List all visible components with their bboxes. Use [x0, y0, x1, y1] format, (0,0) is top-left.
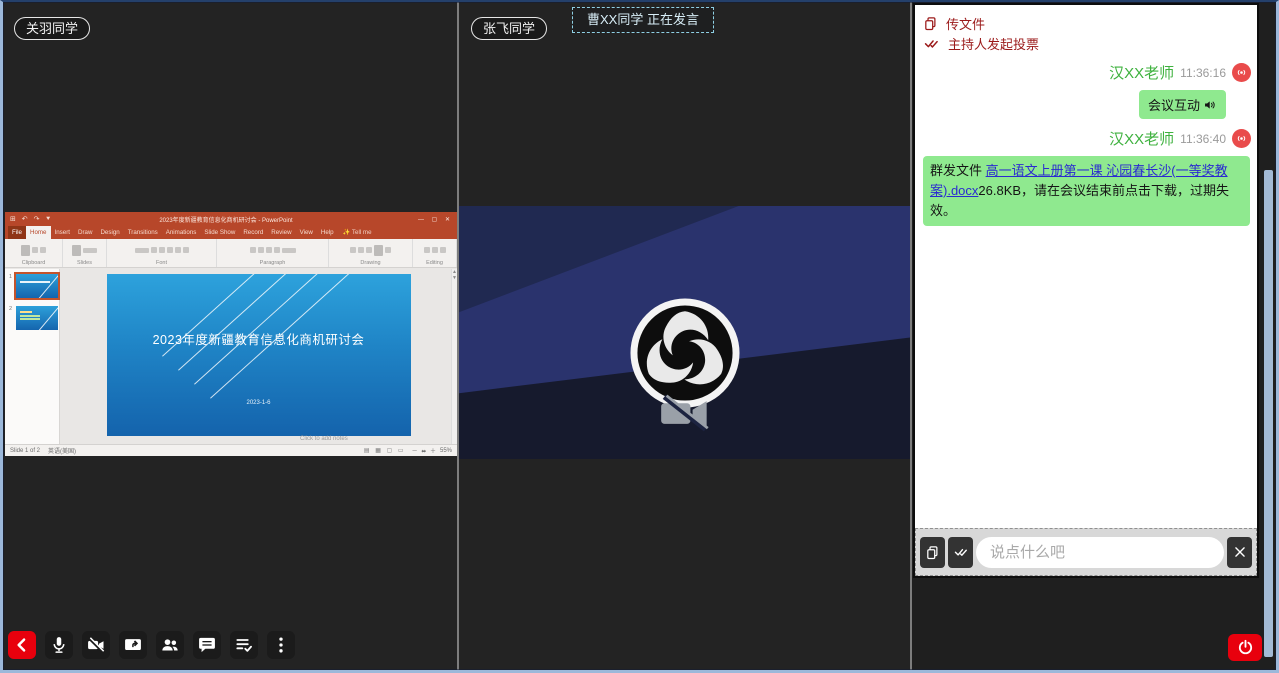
ppt-tab-design: Design: [96, 226, 123, 239]
send-file-button[interactable]: [920, 537, 945, 568]
message-time: 11:36:16: [1180, 66, 1226, 80]
ppt-group-font: Font: [107, 239, 217, 267]
double-check-icon: [953, 545, 969, 559]
message-sender: 汉XX老师: [1109, 128, 1174, 149]
message-bubble-file: 群发文件 高一语文上册第一课 沁园春长沙(一等奖教案).docx26.8KB，请…: [923, 156, 1250, 226]
file-icon: [923, 16, 938, 31]
ppt-slide-date: 2023-1-6: [107, 400, 411, 406]
ppt-slide-title: 2023年度新疆教育信息化商机研讨会: [107, 329, 411, 348]
more-button[interactable]: [267, 631, 295, 659]
panel-divider: [910, 2, 912, 670]
ppt-quick-access-toolbar: ⊞ ↶ ↷ ⯆: [5, 215, 57, 224]
screen-share-button[interactable]: [119, 631, 147, 659]
message-sender: 汉XX老师: [1109, 62, 1174, 83]
shared-screen-powerpoint: ⊞ ↶ ↷ ⯆ 2023年度新疆教育信息化商机研讨会 - PowerPoint …: [5, 212, 457, 456]
chat-input[interactable]: [976, 537, 1224, 568]
ppt-tab-slideshow: Slide Show: [200, 226, 239, 239]
ppt-thumbnail-1: [16, 274, 58, 298]
camera-off-button[interactable]: [82, 631, 110, 659]
participant-label-middle: 张飞同学: [471, 17, 547, 40]
file-icon: [925, 545, 940, 560]
ppt-tab-insert: Insert: [51, 226, 74, 239]
ppt-tab-animations: Animations: [162, 226, 201, 239]
ppt-tab-record: Record: [239, 226, 267, 239]
back-button[interactable]: [8, 631, 36, 659]
ppt-tab-draw: Draw: [74, 226, 96, 239]
polls-button[interactable]: [230, 631, 258, 659]
system-item-poll[interactable]: 主持人发起投票: [923, 33, 1251, 53]
participant-label-left: 关羽同学: [14, 17, 90, 40]
avatar-broadcast-icon: [1232, 129, 1251, 148]
system-item-file-transfer[interactable]: 传文件: [923, 13, 1251, 33]
ppt-group-editing: Editing: [413, 239, 457, 267]
message-bubble: 会议互动: [1139, 90, 1226, 119]
meeting-window: 关羽同学 ⊞ ↶ ↷ ⯆ 2023年度新疆教育信息化商机研讨会 - PowerP…: [0, 0, 1279, 673]
ppt-current-slide: 2023年度新疆教育信息化商机研讨会 2023-1-6: [107, 274, 411, 436]
message-text: 会议互动: [1148, 95, 1200, 114]
chat-scrollbar-thumb[interactable]: [1264, 170, 1273, 657]
ppt-status-slide: Slide 1 of 2: [10, 448, 40, 454]
ppt-body: 1 2 2023年度新疆教育信息化商机研讨会 2023-1-6 Click to…: [5, 269, 457, 444]
close-icon: [1233, 545, 1247, 559]
video-tile-obs: [459, 206, 910, 459]
chat-input-bar: [915, 528, 1257, 576]
ppt-group-drawing: Drawing: [329, 239, 413, 267]
system-item-label: 传文件: [946, 14, 985, 33]
chat-button[interactable]: [193, 631, 221, 659]
ppt-zoom-level: 55%: [440, 448, 452, 454]
ppt-zoom-slider: － ⬌ ＋: [412, 446, 437, 455]
avatar-broadcast-icon: [1232, 63, 1251, 82]
message-text-prefix: 群发文件: [930, 163, 986, 178]
ppt-thumbnail-pane: 1 2: [5, 269, 60, 444]
microphone-button[interactable]: [45, 631, 73, 659]
ppt-thumbnail-2: [16, 306, 58, 330]
ppt-title-bar: ⊞ ↶ ↷ ⯆ 2023年度新疆教育信息化商机研讨会 - PowerPoint …: [5, 212, 457, 226]
ppt-window-title: 2023年度新疆教育信息化商机研讨会 - PowerPoint: [57, 215, 395, 224]
ppt-tab-review: Review: [267, 226, 295, 239]
message-time: 11:36:40: [1180, 132, 1226, 146]
ppt-ribbon-tabs: File Home Insert Draw Design Transitions…: [5, 226, 457, 239]
meeting-toolbar: [8, 631, 295, 659]
double-check-icon: [923, 36, 940, 51]
camera-off-icon: [659, 394, 711, 437]
leave-meeting-button[interactable]: [1228, 634, 1262, 661]
close-chat-button[interactable]: [1227, 537, 1252, 568]
poll-button[interactable]: [948, 537, 973, 568]
ppt-tab-home: Home: [26, 226, 51, 239]
speaker-icon: [1203, 98, 1217, 112]
ppt-tab-help: Help: [317, 226, 338, 239]
ppt-window-controls: — ▢ ✕: [395, 216, 457, 223]
speaking-banner: 曹XX同学 正在发言: [572, 7, 714, 33]
panel-divider: [457, 2, 459, 670]
ppt-tellme-box: ✨ Tell me: [338, 226, 377, 239]
ppt-group-paragraph: Paragraph: [217, 239, 329, 267]
chat-message-list[interactable]: 传文件 主持人发起投票 汉XX老师 11:36:16: [915, 5, 1257, 528]
power-icon: [1237, 639, 1254, 656]
ppt-status-language: 英语(美国): [48, 446, 76, 455]
chat-panel: 传文件 主持人发起投票 汉XX老师 11:36:16: [913, 3, 1259, 578]
ppt-ribbon: Clipboard Slides Font Paragraph Drawing …: [5, 239, 457, 268]
ppt-notes-hint: Click to add notes: [300, 436, 348, 442]
ppt-status-bar: Slide 1 of 2 英语(美国) ▤ ▦ ▢ ▭ － ⬌ ＋ 55%: [5, 444, 457, 456]
ppt-slide-canvas: 2023年度新疆教育信息化商机研讨会 2023-1-6 Click to add…: [60, 269, 457, 444]
system-item-label: 主持人发起投票: [948, 34, 1039, 53]
message-header: 汉XX老师 11:36:40: [923, 128, 1251, 149]
ppt-view-icons: ▤ ▦ ▢ ▭: [364, 447, 406, 454]
ppt-thumb-number: 2: [9, 306, 14, 312]
ppt-tab-transitions: Transitions: [124, 226, 162, 239]
ppt-tab-view: View: [296, 226, 317, 239]
ppt-thumb-number: 1: [9, 274, 14, 280]
ppt-group-clipboard: Clipboard: [5, 239, 63, 267]
message-header: 汉XX老师 11:36:16: [923, 62, 1251, 83]
ppt-group-slides: Slides: [63, 239, 107, 267]
participants-button[interactable]: [156, 631, 184, 659]
ppt-tab-file: File: [8, 226, 26, 239]
